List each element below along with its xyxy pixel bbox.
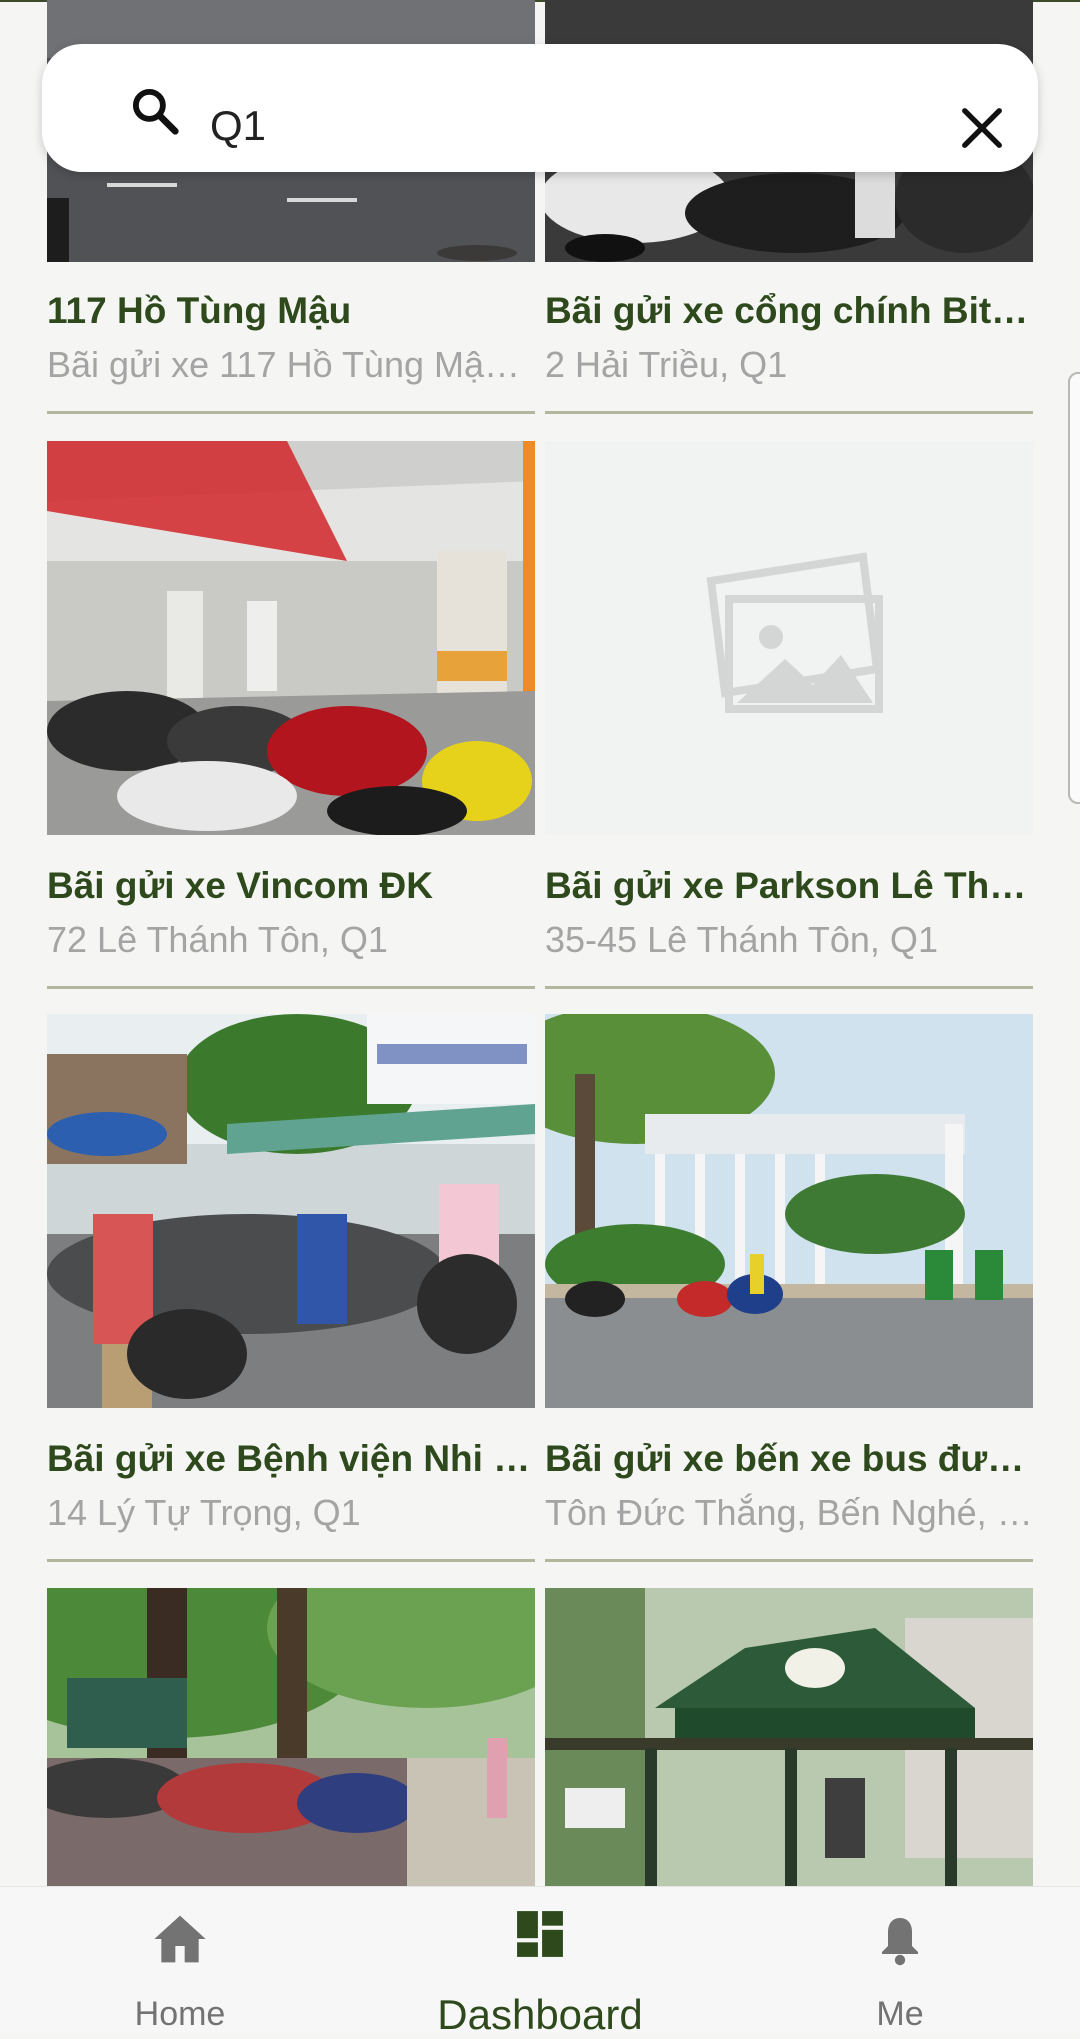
results-grid[interactable]: 117 Hồ Tùng Mậu Bãi gửi xe 117 Hồ Tùng M… <box>0 0 1080 1886</box>
bottom-navigation: Home Dashboard Me <box>0 1886 1080 2038</box>
card-divider <box>545 411 1033 414</box>
dashboard-icon <box>517 1911 563 1957</box>
search-icon[interactable] <box>128 84 182 138</box>
bell-icon <box>882 1918 918 1966</box>
card-divider <box>545 986 1033 989</box>
place-title: Bãi gửi xe bến xe bus đường thủy <box>545 1438 1033 1479</box>
place-photo <box>545 1014 1033 1408</box>
nav-home[interactable]: Home <box>30 1887 330 2033</box>
place-address: 2 Hải Triều, Q1 <box>545 344 788 385</box>
place-photo <box>545 441 1033 835</box>
scroll-edge-handle[interactable] <box>1068 372 1080 804</box>
place-address: Bãi gửi xe 117 Hồ Tùng Mậu, Q1 <box>47 344 535 385</box>
search-input[interactable]: Q1 <box>210 102 266 150</box>
place-title: Bãi gửi xe cổng chính Bitexco <box>545 290 1033 331</box>
place-address: 35-45 Lê Thánh Tôn, Q1 <box>545 919 938 960</box>
place-photo <box>47 441 535 835</box>
nav-me[interactable]: Me <box>750 1887 1050 2033</box>
place-address: 72 Lê Thánh Tôn, Q1 <box>47 919 388 960</box>
image-placeholder-icon <box>545 441 1033 835</box>
place-title: Bãi gửi xe Parkson Lê Thánh Tôn <box>545 865 1033 906</box>
nav-dashboard[interactable]: Dashboard <box>390 1887 690 2038</box>
search-bar[interactable]: Q1 <box>42 44 1038 172</box>
place-photo <box>545 1588 1033 1886</box>
card-divider <box>47 1559 535 1562</box>
place-address: 14 Lý Tự Trọng, Q1 <box>47 1492 361 1533</box>
place-address: Tôn Đức Thắng, Bến Nghé, Q1 <box>545 1492 1033 1533</box>
place-photo <box>47 1588 535 1886</box>
place-title: Bãi gửi xe Vincom ĐK <box>47 865 433 906</box>
nav-me-label: Me <box>876 1995 924 2033</box>
close-icon[interactable] <box>959 105 1005 151</box>
card-divider <box>47 986 535 989</box>
place-title: 117 Hồ Tùng Mậu <box>47 290 352 331</box>
card-divider <box>47 411 535 414</box>
home-icon <box>154 1915 206 1963</box>
card-divider <box>545 1559 1033 1562</box>
place-title: Bãi gửi xe Bệnh viện Nhi Đồng <box>47 1438 535 1479</box>
nav-home-label: Home <box>134 1995 226 2033</box>
place-photo <box>47 1014 535 1408</box>
